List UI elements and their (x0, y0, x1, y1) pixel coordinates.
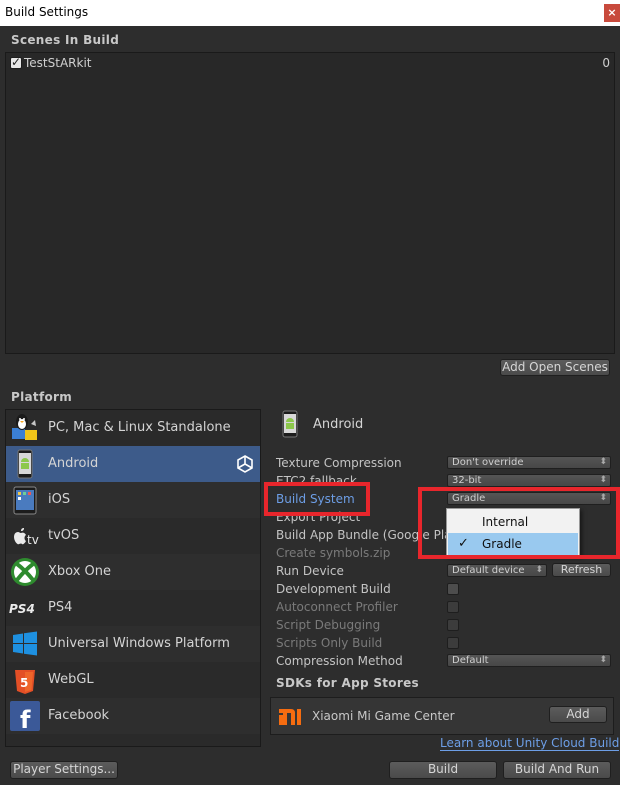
add-open-scenes-button[interactable]: Add Open Scenes (500, 359, 610, 376)
development-build-checkbox[interactable] (447, 583, 459, 595)
platform-list[interactable]: PC, Mac & Linux Standalone Android iOS t (5, 409, 261, 747)
ps4-icon: PS4 (9, 602, 35, 616)
platform-item-facebook[interactable]: f Facebook (6, 698, 260, 734)
platform-header: Platform (11, 390, 73, 404)
platform-item-pc[interactable]: PC, Mac & Linux Standalone (6, 410, 260, 446)
windows-icon (13, 631, 37, 656)
create-symbols-label: Create symbols.zip (276, 546, 391, 560)
platform-label-pc: PC, Mac & Linux Standalone (48, 420, 231, 435)
build-button[interactable]: Build (389, 761, 497, 779)
facebook-icon: f (10, 701, 40, 732)
svg-text:5: 5 (20, 676, 28, 690)
scripts-only-build-label: Scripts Only Build (276, 636, 383, 650)
selected-platform-android-icon (282, 410, 298, 438)
compression-method-dropdown[interactable]: Default (447, 654, 611, 667)
scene-row[interactable]: TestStARkit 0 (8, 55, 612, 71)
tvos-icon: tv (14, 528, 39, 547)
platform-item-tvos[interactable]: tv tvOS (6, 518, 260, 554)
platform-label-tvos: tvOS (48, 528, 80, 543)
highlight-box-build-system-label (264, 482, 370, 516)
compression-method-label: Compression Method (276, 654, 403, 668)
pc-mac-linux-icon (12, 414, 37, 440)
script-debugging-checkbox[interactable] (447, 619, 459, 631)
sdk-name: Xiaomi Mi Game Center (312, 709, 455, 723)
html5-icon: 5 (15, 670, 35, 694)
scripts-only-build-checkbox[interactable] (447, 637, 459, 649)
run-device-dropdown[interactable]: Default device (447, 564, 547, 577)
script-debugging-label: Script Debugging (276, 618, 381, 632)
sdks-header: SDKs for App Stores (276, 676, 419, 690)
android-icon (17, 449, 33, 479)
xbox-icon (11, 558, 39, 586)
run-device-label: Run Device (276, 564, 344, 578)
ios-icon (13, 486, 37, 515)
sdk-add-button[interactable]: Add (549, 706, 607, 723)
platform-item-xbox[interactable]: Xbox One (6, 554, 260, 590)
scene-index: 0 (602, 56, 610, 70)
platform-label-xbox: Xbox One (48, 564, 112, 579)
platform-item-ps4[interactable]: PS4 PS4 (6, 590, 260, 626)
platform-label-webgl: WebGL (48, 672, 94, 687)
texture-compression-dropdown[interactable]: Don't override (447, 456, 611, 469)
unity-logo-icon (237, 455, 253, 473)
platform-label-android: Android (48, 456, 99, 471)
platform-item-uwp[interactable]: Universal Windows Platform (6, 626, 260, 662)
scenes-header: Scenes In Build (11, 33, 120, 47)
sdk-item: Xiaomi Mi Game Center Add (270, 697, 614, 735)
highlight-box-build-system-dropdown (418, 487, 620, 559)
platform-label-uwp: Universal Windows Platform (48, 636, 230, 651)
svg-text:tv: tv (27, 533, 39, 547)
autoconnect-profiler-checkbox[interactable] (447, 601, 459, 613)
platform-item-android[interactable]: Android (6, 446, 260, 482)
svg-text:f: f (20, 706, 31, 732)
build-and-run-button[interactable]: Build And Run (503, 761, 611, 779)
texture-compression-label: Texture Compression (276, 456, 402, 470)
etc2-fallback-dropdown[interactable]: 32-bit (447, 474, 611, 487)
development-build-label: Development Build (276, 582, 391, 596)
platform-label-ps4: PS4 (48, 600, 73, 615)
xiaomi-logo-icon (279, 709, 301, 725)
cloud-build-link[interactable]: Learn about Unity Cloud Build (440, 737, 620, 751)
platform-label-ios: iOS (48, 492, 71, 507)
title-bar: Build Settings × (0, 0, 620, 26)
scenes-list[interactable]: TestStARkit 0 (5, 52, 615, 354)
refresh-button[interactable]: Refresh (552, 563, 611, 577)
scene-name: TestStARkit (24, 56, 92, 70)
selected-platform-title: Android (313, 417, 364, 432)
platform-label-facebook: Facebook (48, 708, 110, 723)
svg-text:PS4: PS4 (9, 602, 35, 616)
player-settings-button[interactable]: Player Settings... (10, 761, 118, 779)
scene-checkbox[interactable] (10, 55, 22, 69)
close-button[interactable]: × (604, 4, 620, 22)
platform-item-webgl[interactable]: 5 WebGL (6, 662, 260, 698)
platform-item-ios[interactable]: iOS (6, 482, 260, 518)
autoconnect-profiler-label: Autoconnect Profiler (276, 600, 398, 614)
window-title: Build Settings (5, 5, 89, 19)
